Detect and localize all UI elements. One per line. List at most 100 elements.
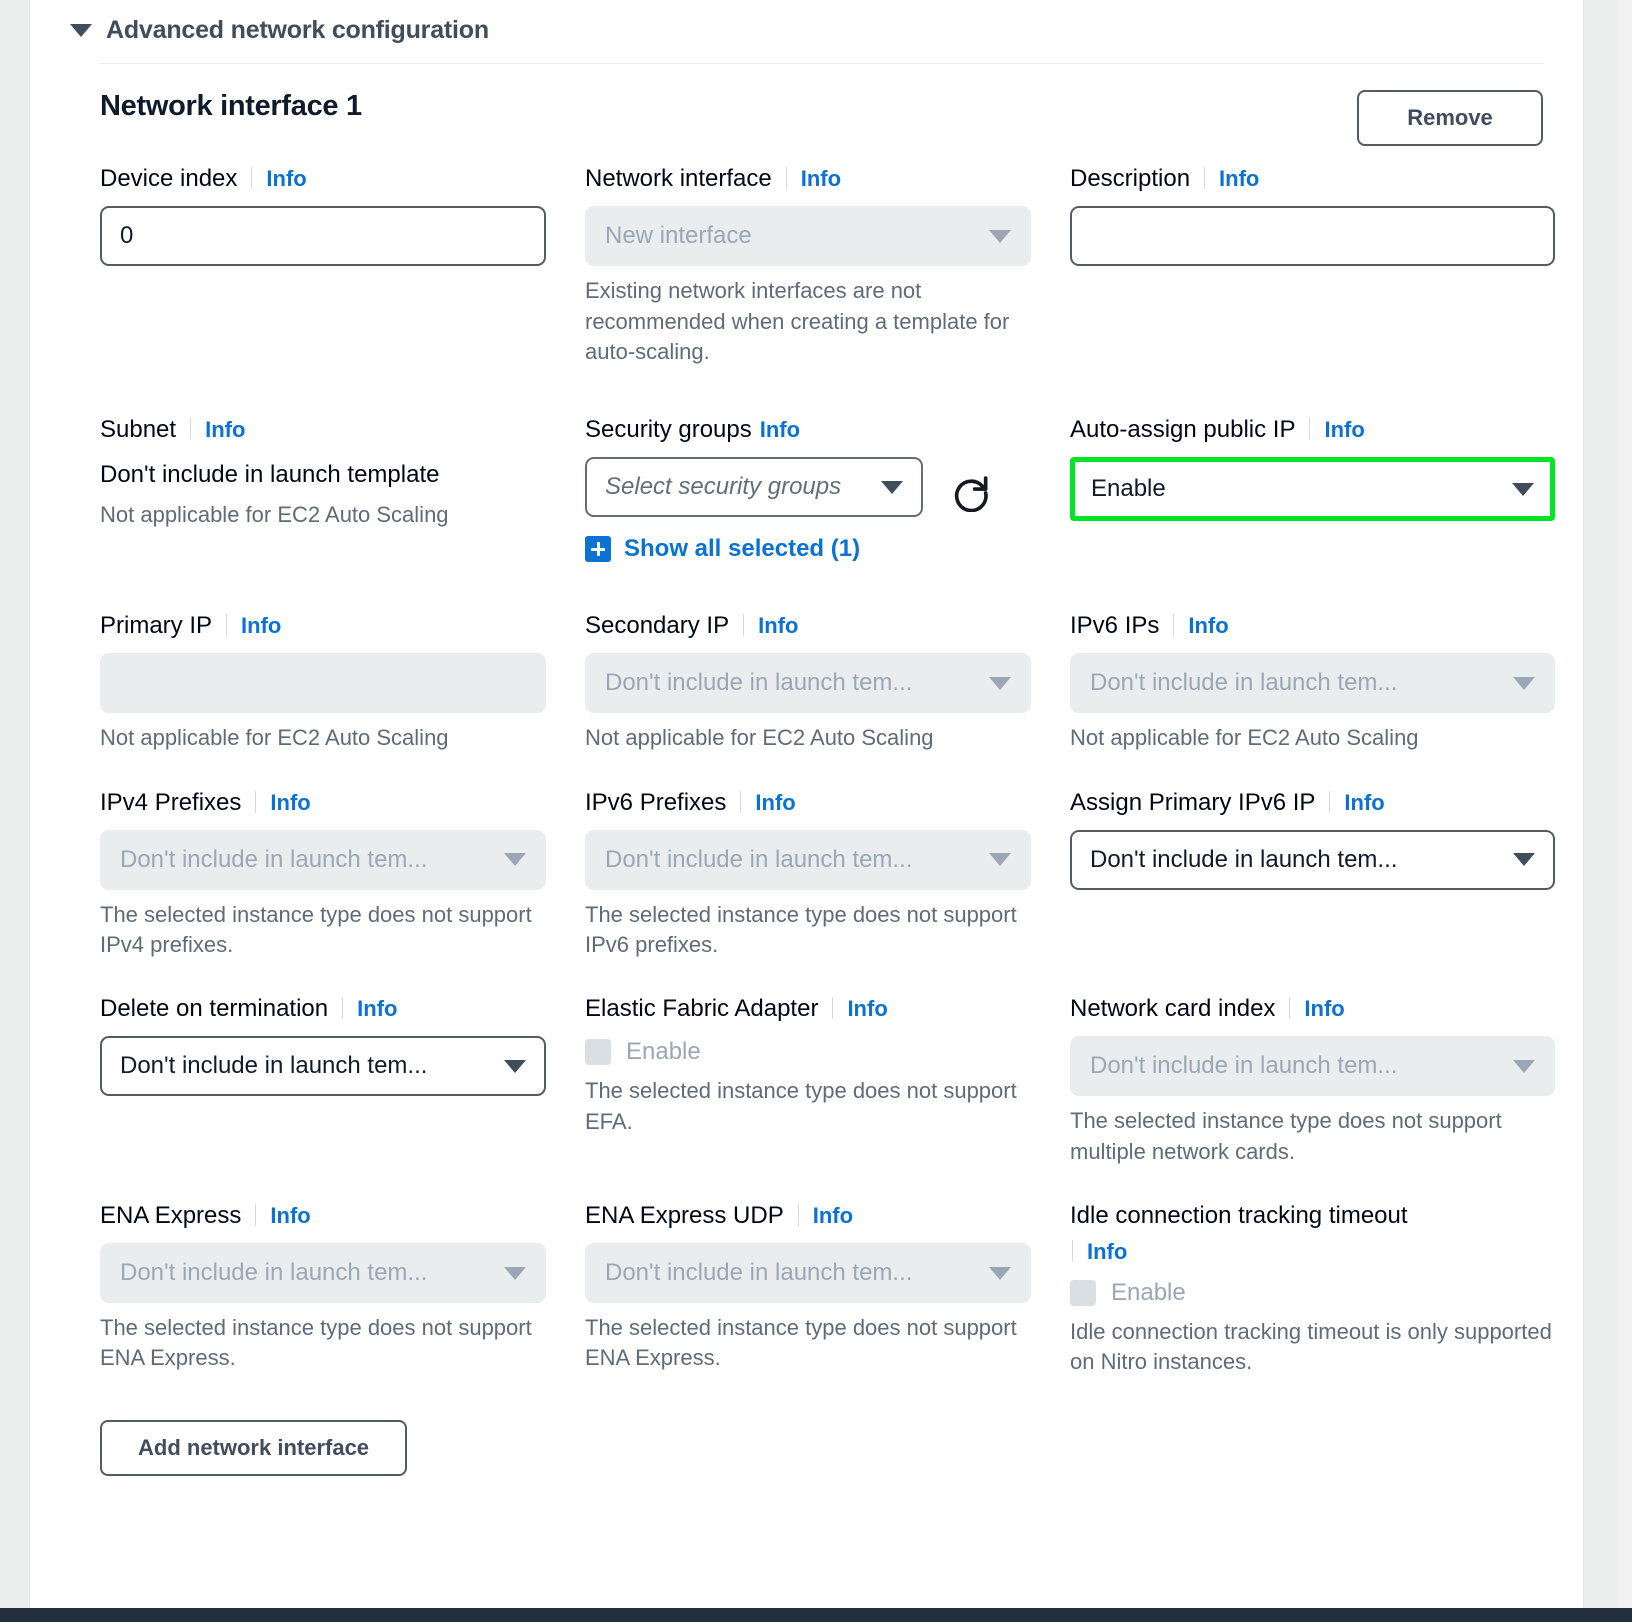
secondary-ip-help: Not applicable for EC2 Auto Scaling bbox=[585, 725, 934, 751]
label-separator bbox=[255, 790, 257, 813]
assign-primary-ipv6-ip-info-link[interactable]: Info bbox=[1344, 789, 1384, 817]
field-network-interface: Network interface Info New interface Exi… bbox=[585, 164, 1070, 367]
field-ena-express: ENA Express Info Don't include in launch… bbox=[100, 1201, 585, 1378]
ipv6-prefixes-label: IPv6 Prefixes bbox=[585, 788, 727, 816]
description-input[interactable] bbox=[1070, 206, 1555, 267]
delete-on-termination-select[interactable]: Don't include in launch tem... bbox=[100, 1036, 546, 1097]
assign-primary-ipv6-ip-select[interactable]: Don't include in launch tem... bbox=[1070, 829, 1555, 890]
network-card-index-select[interactable]: Don't include in launch tem... bbox=[1070, 1036, 1555, 1097]
auto-assign-public-ip-info-link[interactable]: Info bbox=[1324, 416, 1364, 444]
ena-express-udp-select[interactable]: Don't include in launch tem... bbox=[585, 1243, 1031, 1304]
ipv6-ips-help: Not applicable for EC2 Auto Scaling bbox=[1070, 725, 1419, 751]
ipv6-prefixes-info-link[interactable]: Info bbox=[755, 789, 795, 817]
network-interface-select[interactable]: New interface bbox=[585, 206, 1031, 267]
security-groups-control-row: Select security groups bbox=[585, 445, 1031, 518]
caret-down-icon[interactable] bbox=[70, 24, 92, 37]
subnet-help: Not applicable for EC2 Auto Scaling bbox=[100, 502, 449, 528]
idle-timeout-checkbox-label: Enable bbox=[1111, 1279, 1186, 1307]
remove-button[interactable]: Remove bbox=[1357, 90, 1543, 147]
label-separator bbox=[785, 167, 787, 190]
secondary-ip-info-link[interactable]: Info bbox=[758, 612, 798, 640]
network-interface-help: Existing network interfaces are not reco… bbox=[585, 278, 1010, 364]
ipv6-prefixes-select[interactable]: Don't include in launch tem... bbox=[585, 829, 1031, 890]
plus-box-icon bbox=[585, 536, 611, 563]
row-ip-addresses: Primary IP Info Not applicable for EC2 A… bbox=[30, 611, 1583, 753]
ena-express-udp-value: Don't include in launch tem... bbox=[605, 1259, 913, 1287]
ipv6-ips-info-link[interactable]: Info bbox=[1188, 612, 1228, 640]
subnet-info-link[interactable]: Info bbox=[205, 416, 245, 444]
delete-on-termination-label: Delete on termination bbox=[100, 995, 329, 1023]
idle-timeout-info-row: Info bbox=[1070, 1237, 1555, 1265]
chevron-down-icon bbox=[989, 676, 1011, 690]
security-groups-placeholder: Select security groups bbox=[605, 473, 842, 501]
elastic-fabric-adapter-checkbox-row: Enable bbox=[585, 1038, 1031, 1066]
ena-express-udp-label-row: ENA Express UDP Info bbox=[585, 1201, 1031, 1231]
delete-on-termination-info-link[interactable]: Info bbox=[357, 995, 397, 1023]
subnet-label: Subnet bbox=[100, 416, 177, 444]
chevron-down-icon bbox=[1512, 482, 1534, 496]
field-primary-ip: Primary IP Info Not applicable for EC2 A… bbox=[100, 611, 585, 753]
add-network-interface-button[interactable]: Add network interface bbox=[100, 1419, 408, 1476]
row-identity: Device index Info 0 Network interface In… bbox=[30, 164, 1583, 367]
ena-express-label-row: ENA Express Info bbox=[100, 1201, 546, 1231]
description-info-link[interactable]: Info bbox=[1219, 165, 1259, 193]
network-card-index-help: The selected instance type does not supp… bbox=[1070, 1108, 1502, 1164]
chevron-down-icon bbox=[504, 1266, 526, 1280]
auto-assign-public-ip-select[interactable]: Enable bbox=[1070, 457, 1555, 522]
network-card-index-info-link[interactable]: Info bbox=[1304, 995, 1344, 1023]
security-groups-label-row: Security groups Info bbox=[585, 415, 1031, 445]
label-separator bbox=[1173, 614, 1175, 637]
checkbox-icon bbox=[585, 1039, 611, 1066]
label-separator bbox=[226, 614, 228, 637]
device-index-input[interactable]: 0 bbox=[100, 206, 546, 267]
idle-timeout-info-link[interactable]: Info bbox=[1087, 1239, 1127, 1265]
security-groups-info-link[interactable]: Info bbox=[760, 416, 800, 444]
ipv4-prefixes-select[interactable]: Don't include in launch tem... bbox=[100, 829, 546, 890]
vertical-scrollbar[interactable] bbox=[1618, 0, 1632, 1608]
device-index-label-row: Device index Info bbox=[100, 164, 546, 194]
elastic-fabric-adapter-info-link[interactable]: Info bbox=[847, 995, 887, 1023]
ena-express-select[interactable]: Don't include in launch tem... bbox=[100, 1243, 546, 1304]
security-groups-select[interactable]: Select security groups bbox=[585, 457, 923, 518]
network-interface-info-link[interactable]: Info bbox=[801, 165, 841, 193]
ipv6-ips-label: IPv6 IPs bbox=[1070, 612, 1160, 640]
show-all-selected-link[interactable]: Show all selected (1) bbox=[585, 535, 1031, 563]
field-secondary-ip: Secondary IP Info Don't include in launc… bbox=[585, 611, 1070, 753]
interface-header: Network interface 1 Remove bbox=[30, 64, 1583, 147]
primary-ip-input bbox=[100, 653, 546, 714]
elastic-fabric-adapter-help: The selected instance type does not supp… bbox=[585, 1078, 1017, 1134]
delete-on-termination-value: Don't include in launch tem... bbox=[120, 1052, 428, 1080]
primary-ip-info-link[interactable]: Info bbox=[241, 612, 281, 640]
label-separator bbox=[251, 167, 253, 190]
field-idle-connection-tracking-timeout: Idle connection tracking timeout Info En… bbox=[1070, 1201, 1555, 1378]
elastic-fabric-adapter-label: Elastic Fabric Adapter bbox=[585, 995, 819, 1023]
refresh-icon[interactable] bbox=[949, 468, 993, 513]
bottom-app-bar bbox=[0, 1608, 1632, 1622]
chevron-down-icon bbox=[1513, 1059, 1535, 1073]
ena-express-udp-help: The selected instance type does not supp… bbox=[585, 1315, 1017, 1371]
ipv4-prefixes-help: The selected instance type does not supp… bbox=[100, 901, 532, 957]
chevron-down-icon bbox=[504, 853, 526, 867]
ipv4-prefixes-info-link[interactable]: Info bbox=[270, 789, 310, 817]
ena-express-help: The selected instance type does not supp… bbox=[100, 1315, 532, 1371]
section-header[interactable]: Advanced network configuration bbox=[30, 0, 1583, 63]
chevron-down-icon bbox=[1513, 853, 1535, 867]
secondary-ip-select[interactable]: Don't include in launch tem... bbox=[585, 653, 1031, 714]
ena-express-udp-info-link[interactable]: Info bbox=[813, 1202, 853, 1230]
ena-express-info-link[interactable]: Info bbox=[270, 1202, 310, 1230]
chevron-down-icon bbox=[881, 480, 903, 494]
device-index-label: Device index bbox=[100, 165, 238, 193]
description-label-row: Description Info bbox=[1070, 164, 1555, 194]
ipv6-ips-select[interactable]: Don't include in launch tem... bbox=[1070, 653, 1555, 714]
field-ipv4-prefixes: IPv4 Prefixes Info Don't include in laun… bbox=[100, 788, 585, 961]
field-subnet: Subnet Info Don't include in launch temp… bbox=[100, 415, 585, 563]
page-gutter-right bbox=[1584, 0, 1632, 1608]
assign-primary-ipv6-ip-value: Don't include in launch tem... bbox=[1090, 845, 1398, 873]
elastic-fabric-adapter-label-row: Elastic Fabric Adapter Info bbox=[585, 994, 1031, 1024]
label-separator bbox=[1204, 167, 1206, 190]
device-index-info-link[interactable]: Info bbox=[266, 165, 306, 193]
network-interface-value: New interface bbox=[605, 222, 752, 250]
